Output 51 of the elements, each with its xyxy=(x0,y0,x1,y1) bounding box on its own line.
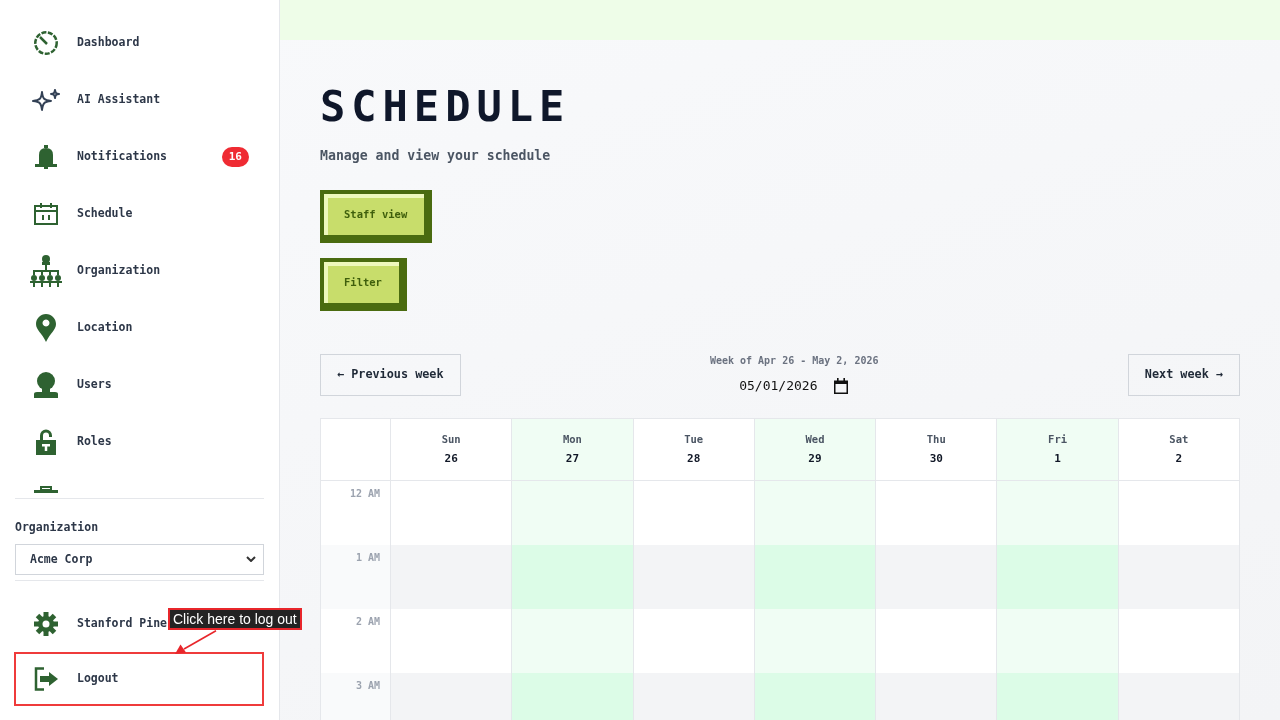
sidebar-item[interactable]: Stanford Pine xyxy=(15,596,167,652)
gear-icon[interactable] xyxy=(34,612,58,636)
previous-week-button[interactable]: ← Previous week xyxy=(320,354,461,396)
day-name: Tue xyxy=(684,432,704,447)
day-name: Fri xyxy=(1048,432,1068,447)
day-name: Sun xyxy=(441,432,461,447)
day-name: Thu xyxy=(926,432,946,447)
gauge-icon xyxy=(34,30,58,55)
day-date: 27 xyxy=(565,451,580,467)
pointer-arrow xyxy=(175,630,217,654)
page-subtitle: Manage and view your schedule xyxy=(320,147,551,165)
day-name: Sat xyxy=(1169,432,1189,447)
hour-label: 3 AM xyxy=(321,673,391,720)
date-field[interactable]: 05/01/2026 xyxy=(739,376,822,396)
hour-label: 1 AM xyxy=(321,545,391,609)
sparkle-icon xyxy=(32,88,60,111)
calendar-icon xyxy=(34,202,58,225)
exit-arrow-icon[interactable] xyxy=(34,667,58,691)
day-date: 26 xyxy=(444,451,458,467)
day-name: Mon xyxy=(562,432,582,447)
page-title: SCHEDULE xyxy=(320,82,571,132)
action-button[interactable]: Staff view xyxy=(320,190,433,243)
org-chart-icon xyxy=(30,254,62,287)
sidebar-item[interactable]: Location xyxy=(15,299,264,356)
sidebar-item[interactable]: Notifications 16 xyxy=(15,128,264,185)
day-date: 1 xyxy=(1054,451,1061,467)
next-week-button[interactable]: Next week → xyxy=(1127,354,1240,396)
sidebar-item[interactable]: Users xyxy=(15,356,264,413)
day-date: 2 xyxy=(1175,451,1183,467)
chevron-down-icon xyxy=(246,556,256,562)
week-range-label: Week of Apr 26 - May 2, 2026 xyxy=(709,354,879,368)
sidebar-item[interactable]: Dashboard xyxy=(15,14,264,71)
calendar-icon[interactable] xyxy=(833,378,850,394)
day-date: 30 xyxy=(929,451,943,467)
day-date: 28 xyxy=(687,451,701,467)
tooltip: Click here to log out xyxy=(168,608,302,630)
day-name: Wed xyxy=(805,432,825,447)
field-label: Organization xyxy=(15,519,99,535)
count-badge: 16 xyxy=(221,146,249,167)
sidebar-item[interactable]: Logout xyxy=(14,652,264,706)
sidebar-item[interactable]: AI Assistant xyxy=(15,71,264,128)
bell-icon xyxy=(34,144,58,169)
day-date: 29 xyxy=(808,451,822,467)
user-icon xyxy=(34,371,58,398)
sidebar-item[interactable]: Schedule xyxy=(15,185,264,242)
organization-select[interactable]: Acme Corp xyxy=(15,544,264,575)
action-button[interactable]: Filter xyxy=(320,258,407,311)
sidebar-item[interactable]: Roles xyxy=(15,413,264,470)
padlock-icon xyxy=(36,428,56,455)
sidebar-item[interactable]: Organization xyxy=(15,242,264,299)
map-pin-icon xyxy=(36,313,56,342)
